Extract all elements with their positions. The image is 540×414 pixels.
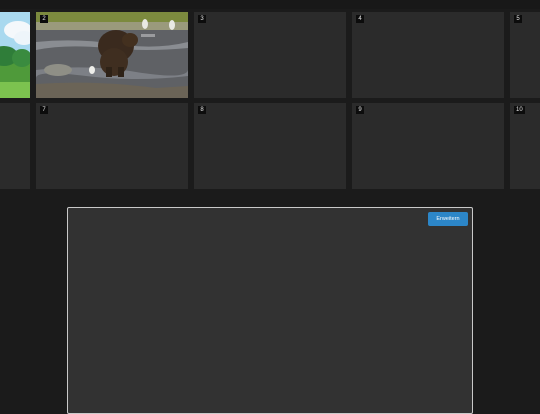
storyboard-tile-2[interactable]: 2 bbox=[36, 12, 188, 98]
storyboard-tile-9[interactable]: 9 bbox=[352, 103, 504, 189]
storyboard-tile-5[interactable]: 5 bbox=[510, 12, 540, 98]
tile-number-badge: 10 bbox=[514, 106, 525, 114]
top-strip bbox=[0, 0, 540, 9]
tile-number-badge: 4 bbox=[356, 15, 364, 23]
storyboard-tile-4[interactable]: 4 bbox=[352, 12, 504, 98]
tile-number-badge: 8 bbox=[198, 106, 206, 114]
bear-river-thumbnail bbox=[36, 12, 188, 98]
storyboard-tile-3[interactable]: 3 bbox=[194, 12, 346, 98]
editor-panel[interactable]: Erweitern bbox=[67, 207, 473, 414]
expand-button[interactable]: Erweitern bbox=[428, 212, 468, 226]
tile-number-badge: 2 bbox=[40, 15, 48, 23]
storyboard-tile-10[interactable]: 10 bbox=[510, 103, 540, 189]
storyboard-tile-8[interactable]: 8 bbox=[194, 103, 346, 189]
tile-number-badge: 3 bbox=[198, 15, 206, 23]
storyboard-tile-1[interactable] bbox=[0, 12, 30, 98]
storyboard-tile-7[interactable]: 7 bbox=[36, 103, 188, 189]
tile-number-badge: 7 bbox=[40, 106, 48, 114]
cartoon-landscape-thumbnail bbox=[0, 12, 30, 98]
tile-number-badge: 5 bbox=[514, 15, 522, 23]
tile-number-badge: 9 bbox=[356, 106, 364, 114]
storyboard-tile-6[interactable] bbox=[0, 103, 30, 189]
